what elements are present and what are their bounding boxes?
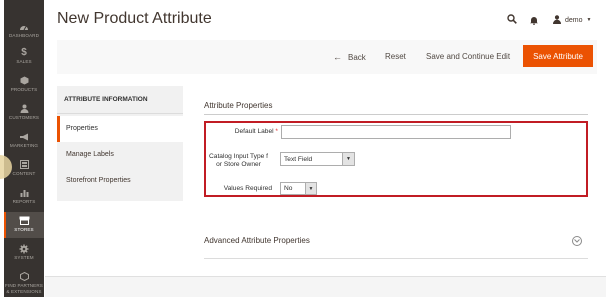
values-required-select[interactable]: No ▼ [280, 182, 317, 195]
nav-item-sales[interactable]: $ SALES [4, 44, 44, 70]
default-label-text: Default Label [234, 128, 274, 135]
layout-icon [19, 158, 29, 171]
nav-item-reports[interactable]: REPORTS [4, 184, 44, 210]
box-icon [20, 74, 29, 87]
bar-chart-icon [20, 186, 29, 199]
gear-icon [19, 242, 29, 255]
nav-label: MARKETING [9, 143, 39, 148]
nav-label: SYSTEM [14, 255, 34, 260]
nav-item-stores[interactable]: STORES [4, 212, 44, 238]
nav-item-find-partners[interactable]: FIND PARTNERS & EXTENSIONS [4, 268, 44, 297]
nav-label: CONTENT [12, 171, 36, 176]
values-required-label: Values Required [223, 185, 272, 192]
nav-label: CUSTOMERS [8, 115, 40, 120]
tab-manage-labels[interactable]: Manage Labels [57, 142, 183, 168]
nav-label: REPORTS [12, 199, 36, 204]
bell-icon[interactable] [530, 12, 538, 30]
cube-icon [19, 270, 29, 283]
person-icon [20, 102, 29, 115]
footer [45, 276, 606, 297]
nav-item-customers[interactable]: CUSTOMERS [4, 100, 44, 126]
store-icon [19, 214, 30, 227]
save-continue-button[interactable]: Save and Continue Edit [426, 52, 510, 61]
nav-item-dashboard[interactable]: DASHBOARD [4, 18, 44, 44]
megaphone-icon [19, 130, 29, 143]
default-label-input[interactable] [281, 125, 511, 139]
section-title: Attribute Properties [204, 101, 273, 110]
nav-item-system[interactable]: SYSTEM [4, 240, 44, 266]
divider [204, 114, 588, 115]
dashboard-icon [19, 20, 29, 33]
user-name: demo [565, 16, 583, 24]
input-type-label: Catalog Input Type f or Store Owner [205, 153, 272, 169]
required-marker: * [275, 128, 278, 135]
page-title: New Product Attribute [57, 10, 212, 27]
input-type-select[interactable]: Text Field ▼ [280, 152, 355, 166]
tab-properties[interactable]: Properties [57, 116, 183, 142]
default-label-label: Default Label * [212, 128, 278, 136]
nav-label: SALES [16, 59, 32, 64]
reset-button[interactable]: Reset [385, 52, 406, 61]
user-menu[interactable]: demo ▼ [553, 11, 591, 29]
input-type-label-line2: or Store Owner [216, 161, 261, 168]
back-button[interactable]: ← Back [333, 52, 366, 62]
expand-icon[interactable] [572, 236, 582, 246]
nav-item-products[interactable]: PRODUCTS [4, 72, 44, 98]
values-required-value: No [284, 185, 293, 192]
nav-label: FIND PARTNERS & EXTENSIONS [5, 283, 43, 294]
save-attribute-button[interactable]: Save Attribute [523, 45, 593, 67]
input-type-value: Text Field [284, 155, 313, 163]
nav-label: PRODUCTS [10, 87, 38, 92]
dollar-icon: $ [21, 47, 27, 58]
arrow-left-icon: ← [333, 52, 342, 62]
nav-label: STORES [14, 227, 34, 232]
nav-item-marketing[interactable]: MARKETING [4, 128, 44, 154]
tabs-heading: ATTRIBUTE INFORMATION [57, 86, 183, 114]
admin-sidebar: DASHBOARD $ SALES PRODUCTS CUSTOMERS MAR… [4, 0, 44, 297]
input-type-label-line1: Catalog Input Type f [209, 153, 268, 160]
nav-label: DASHBOARD [9, 33, 39, 38]
tab-storefront-properties[interactable]: Storefront Properties [57, 168, 183, 194]
back-label: Back [348, 52, 366, 62]
advanced-section-toggle[interactable]: Advanced Attribute Properties [204, 236, 310, 245]
action-bar [57, 40, 597, 74]
search-icon[interactable] [507, 11, 517, 29]
dropdown-arrow-icon: ▼ [305, 183, 316, 194]
user-icon [553, 11, 561, 29]
divider [204, 258, 588, 259]
dropdown-arrow-icon: ▼ [342, 153, 354, 165]
chevron-down-icon: ▼ [586, 17, 592, 23]
